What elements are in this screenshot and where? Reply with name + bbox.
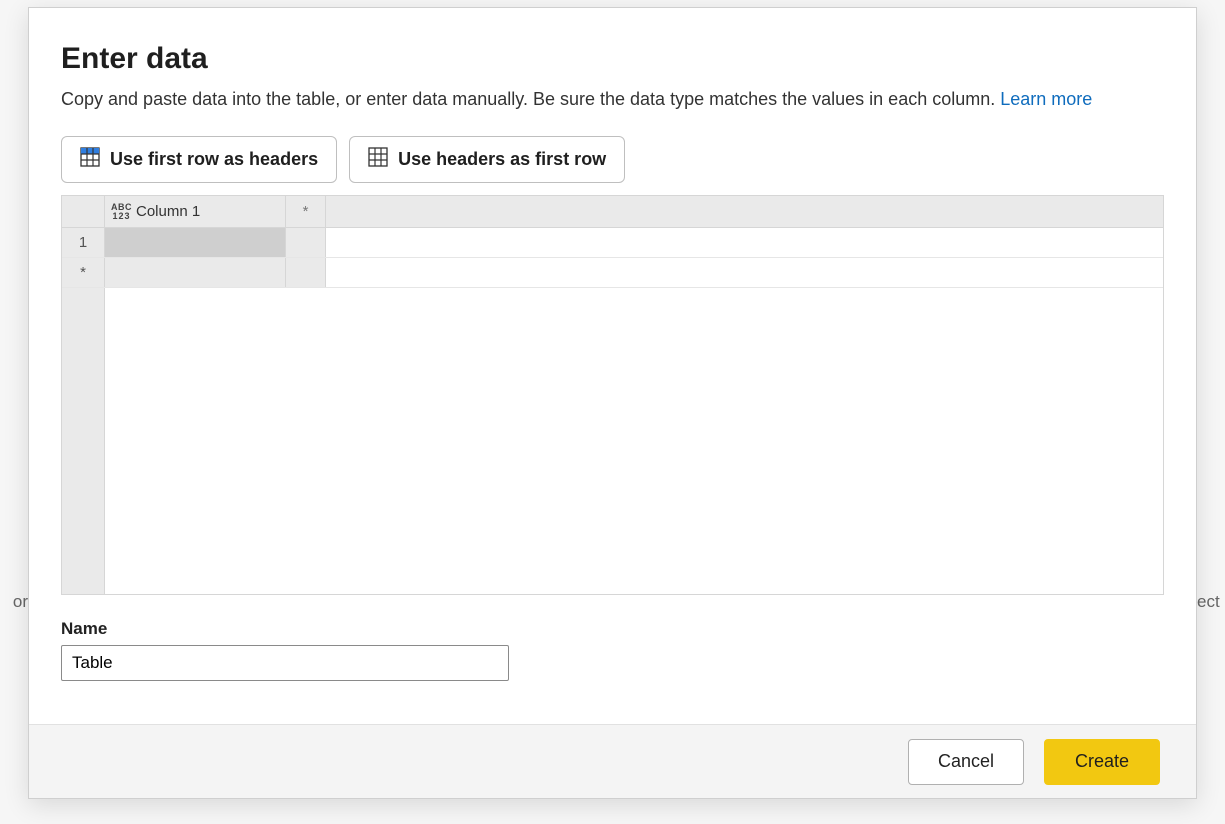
- use-first-row-as-headers-label: Use first row as headers: [110, 149, 318, 170]
- dialog-content: Enter data Copy and paste data into the …: [29, 8, 1196, 724]
- use-first-row-as-headers-button[interactable]: Use first row as headers: [61, 136, 337, 183]
- cancel-button[interactable]: Cancel: [908, 739, 1024, 785]
- grid-filler: [62, 288, 1163, 594]
- table-name-input[interactable]: [61, 645, 509, 681]
- data-entry-grid: ABC 123 Column 1 * 1 *: [61, 195, 1164, 595]
- learn-more-link[interactable]: Learn more: [1000, 89, 1092, 109]
- row-gutter: [62, 288, 105, 594]
- enter-data-dialog: Enter data Copy and paste data into the …: [28, 7, 1197, 799]
- create-button[interactable]: Create: [1044, 739, 1160, 785]
- grid-row-1: 1: [62, 228, 1163, 258]
- table-header-icon: [80, 147, 100, 172]
- cell-addrow-c1[interactable]: [105, 258, 286, 287]
- type-badge-123: 123: [112, 212, 130, 221]
- add-column-cell[interactable]: *: [286, 196, 326, 227]
- cell-r1-c1[interactable]: [105, 228, 286, 257]
- column-header-1[interactable]: ABC 123 Column 1: [105, 196, 286, 227]
- dialog-title: Enter data: [61, 42, 1164, 76]
- background-fragment-left: or: [0, 592, 28, 612]
- dialog-footer: Cancel Create: [29, 724, 1196, 798]
- grid-corner-cell: [62, 196, 105, 227]
- use-headers-as-first-row-label: Use headers as first row: [398, 149, 606, 170]
- use-headers-as-first-row-button[interactable]: Use headers as first row: [349, 136, 625, 183]
- grid-empty-area: [105, 288, 1163, 594]
- subtitle-text: Copy and paste data into the table, or e…: [61, 89, 1000, 109]
- table-plain-icon: [368, 147, 388, 172]
- cell-r1-addcol[interactable]: [286, 228, 326, 257]
- header-options-toolbar: Use first row as headers Use headers as …: [61, 136, 1164, 183]
- dialog-subtitle: Copy and paste data into the table, or e…: [61, 86, 1164, 112]
- grid-add-row: *: [62, 258, 1163, 288]
- cell-addrow-addcol[interactable]: [286, 258, 326, 287]
- grid-header-row: ABC 123 Column 1 *: [62, 196, 1163, 228]
- table-name-section: Name: [61, 619, 1164, 681]
- row-number-1: 1: [62, 228, 105, 257]
- table-name-label: Name: [61, 619, 1164, 639]
- background-fragment-right: ect: [1197, 592, 1225, 612]
- column-header-1-label: Column 1: [136, 203, 200, 220]
- column-type-icon: ABC 123: [111, 203, 132, 221]
- add-row-cell[interactable]: *: [62, 258, 105, 287]
